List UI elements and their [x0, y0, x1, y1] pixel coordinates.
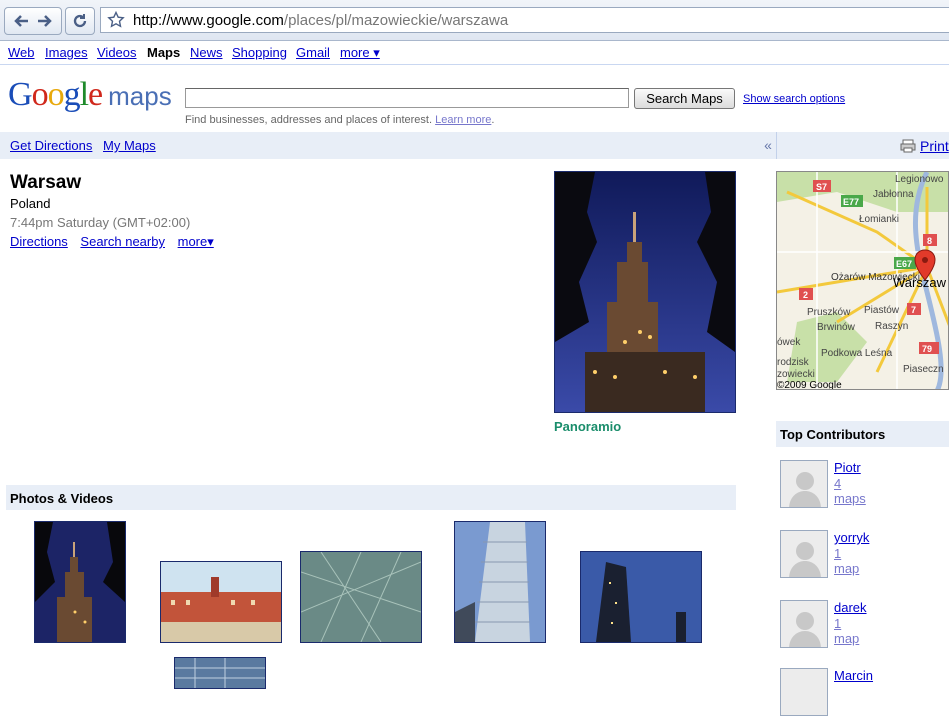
- contributor-name[interactable]: darek: [834, 600, 867, 615]
- print-link[interactable]: Print: [920, 138, 949, 154]
- panoramio-logo[interactable]: Panoramio: [554, 419, 621, 434]
- gbar-videos[interactable]: Videos: [97, 45, 137, 60]
- photo-thumbnail[interactable]: [174, 657, 266, 689]
- place-title: Warsaw: [10, 172, 82, 193]
- top-contributors-header: Top Contributors: [776, 421, 949, 447]
- search-nearby-link[interactable]: Search nearby: [80, 234, 165, 249]
- gbar-web[interactable]: Web: [8, 45, 35, 60]
- map-label: rodzisk: [777, 357, 810, 368]
- photo-thumbnail[interactable]: [454, 521, 546, 643]
- map-label: ówek: [777, 337, 801, 348]
- address-bar[interactable]: http://www.google.com/places/pl/mazowiec…: [100, 7, 949, 33]
- logo-google: Google: [8, 76, 103, 113]
- directions-link[interactable]: Directions: [10, 234, 68, 249]
- get-directions-link[interactable]: Get Directions: [10, 138, 92, 153]
- map-label: Legionowo: [895, 174, 944, 185]
- maps-nav-bar: Get Directions My Maps: [0, 132, 776, 159]
- map-label: Raszyn: [875, 321, 908, 332]
- gbar-shopping[interactable]: Shopping: [232, 45, 287, 60]
- gbar-more[interactable]: more ▾: [340, 45, 380, 61]
- avatar[interactable]: [780, 530, 828, 578]
- reload-button[interactable]: [65, 7, 95, 35]
- hint-period: .: [491, 114, 495, 126]
- show-search-options-link[interactable]: Show search options: [743, 93, 845, 105]
- avatar[interactable]: [780, 600, 828, 648]
- photos-videos-header: Photos & Videos: [6, 485, 736, 510]
- bookmark-star-icon[interactable]: [107, 10, 125, 32]
- road-label: 2: [803, 290, 808, 300]
- place-main-photo[interactable]: [554, 171, 736, 413]
- contributor-map-count[interactable]: 1 map: [834, 546, 859, 576]
- photos-videos-title: Photos & Videos: [10, 491, 114, 506]
- top-contributors-title: Top Contributors: [780, 427, 886, 442]
- browser-toolbar: http://www.google.com/places/pl/mazowiec…: [0, 0, 949, 41]
- place-country: Poland: [10, 196, 51, 211]
- map-label: Podkowa Leśna: [821, 348, 893, 359]
- google-maps-logo[interactable]: Google maps: [8, 76, 172, 116]
- contributor-map-count[interactable]: 4 maps: [834, 476, 866, 506]
- map-label: Łomianki: [859, 214, 899, 225]
- search-input[interactable]: [185, 88, 629, 108]
- road-label: S7: [816, 182, 827, 192]
- road-label: 7: [911, 305, 916, 315]
- map-label: Brwinów: [817, 322, 856, 333]
- place-local-time: 7:44pm Saturday (GMT+02:00): [10, 215, 191, 230]
- search-maps-button[interactable]: Search Maps: [634, 88, 735, 109]
- nav-buttons: [4, 7, 62, 35]
- logo-maps: maps: [108, 81, 172, 111]
- map-label: Pruszków: [807, 307, 851, 318]
- road-label: E67: [896, 259, 912, 269]
- gbar-maps: Maps: [147, 45, 181, 60]
- road-label: E77: [843, 197, 859, 207]
- photo-thumbnail[interactable]: [160, 561, 282, 643]
- contributor-name[interactable]: Piotr: [834, 460, 861, 475]
- search-hint: Find businesses, addresses and places of…: [185, 114, 494, 126]
- mini-map[interactable]: Legionowo Jabłonna Łomianki Ożarów Mazow…: [776, 171, 949, 390]
- gbar-images[interactable]: Images: [45, 45, 88, 60]
- avatar[interactable]: [780, 668, 828, 716]
- learn-more-link[interactable]: Learn more: [435, 114, 491, 126]
- my-maps-link[interactable]: My Maps: [103, 138, 156, 153]
- map-label: Jabłonna: [873, 189, 914, 200]
- photo-thumbnail[interactable]: [34, 521, 126, 643]
- contributor-name[interactable]: Marcin: [834, 668, 873, 683]
- reload-icon: [72, 13, 88, 29]
- gbar-news[interactable]: News: [190, 45, 223, 60]
- map-label: zowiecki: [777, 369, 815, 380]
- url-text: http://www.google.com/places/pl/mazowiec…: [133, 12, 509, 29]
- search-hint-text: Find businesses, addresses and places of…: [185, 114, 433, 126]
- road-label: 8: [927, 236, 932, 246]
- gbar-gmail[interactable]: Gmail: [296, 45, 330, 60]
- map-city-label: Warszaw: [893, 275, 947, 290]
- contributor-map-count[interactable]: 1 map: [834, 616, 859, 646]
- map-label: Piastów: [864, 305, 900, 316]
- contributor-name[interactable]: yorryk: [834, 530, 869, 545]
- printer-icon[interactable]: [900, 139, 916, 156]
- avatar[interactable]: [780, 460, 828, 508]
- map-label: Piaseczn: [903, 364, 944, 375]
- back-icon[interactable]: [12, 13, 30, 29]
- photo-thumbnail[interactable]: [580, 551, 702, 643]
- map-copyright: ©2009 Google: [777, 380, 842, 390]
- forward-icon[interactable]: [36, 13, 54, 29]
- more-link[interactable]: more▾: [178, 234, 214, 249]
- place-links: Directions Search nearby more▾: [10, 234, 223, 250]
- road-label: 79: [922, 344, 932, 354]
- google-bar: Web Images Videos Maps News Shopping Gma…: [0, 44, 949, 65]
- photo-thumbnail[interactable]: [300, 551, 422, 643]
